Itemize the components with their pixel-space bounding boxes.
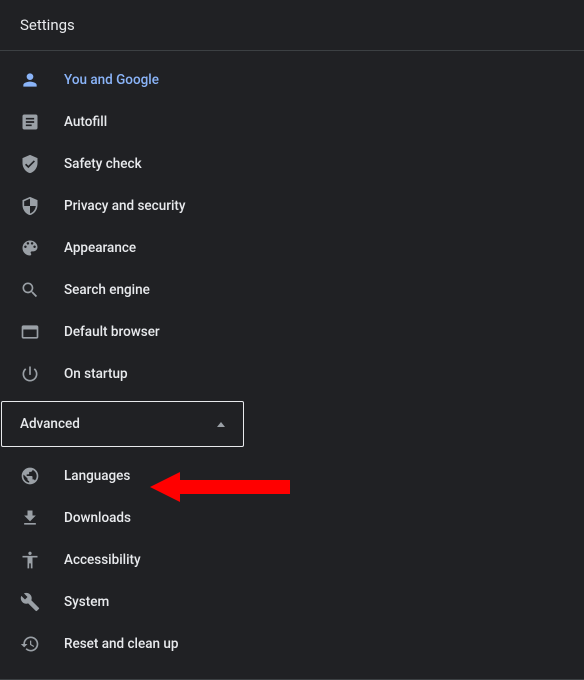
nav-item-downloads[interactable]: Downloads: [0, 497, 584, 539]
nav-item-label: On startup: [64, 366, 128, 382]
advanced-label: Advanced: [20, 416, 80, 432]
nav-item-label: Default browser: [64, 324, 160, 340]
nav-item-label: Languages: [64, 468, 130, 484]
nav-item-label: Reset and clean up: [64, 636, 178, 652]
nav-item-safety-check[interactable]: Safety check: [0, 143, 584, 185]
nav-item-label: You and Google: [64, 72, 159, 88]
wrench-icon: [20, 592, 40, 612]
settings-header: Settings: [0, 0, 584, 51]
globe-icon: [20, 466, 40, 486]
browser-icon: [20, 322, 40, 342]
download-icon: [20, 508, 40, 528]
nav-item-search-engine[interactable]: Search engine: [0, 269, 584, 311]
nav-item-privacy-and-security[interactable]: Privacy and security: [0, 185, 584, 227]
nav-item-label: Downloads: [64, 510, 131, 526]
nav-item-accessibility[interactable]: Accessibility: [0, 539, 584, 581]
nav-item-autofill[interactable]: Autofill: [0, 101, 584, 143]
nav-item-you-and-google[interactable]: You and Google: [0, 59, 584, 101]
appearance-icon: [20, 238, 40, 258]
nav-item-on-startup[interactable]: On startup: [0, 353, 584, 395]
safety-check-icon: [20, 154, 40, 174]
nav-item-label: Autofill: [64, 114, 107, 130]
person-icon: [20, 70, 40, 90]
nav-item-appearance[interactable]: Appearance: [0, 227, 584, 269]
autofill-icon: [20, 112, 40, 132]
search-icon: [20, 280, 40, 300]
nav-item-system[interactable]: System: [0, 581, 584, 623]
advanced-toggle[interactable]: Advanced: [1, 401, 244, 447]
reset-icon: [20, 634, 40, 654]
nav-item-reset-and-clean-up[interactable]: Reset and clean up: [0, 623, 584, 665]
settings-nav: You and Google Autofill Safety check Pri…: [0, 51, 584, 680]
page-title: Settings: [20, 16, 564, 34]
nav-item-label: System: [64, 594, 109, 610]
nav-item-default-browser[interactable]: Default browser: [0, 311, 584, 353]
nav-item-label: Search engine: [64, 282, 150, 298]
accessibility-icon: [20, 550, 40, 570]
nav-item-label: Appearance: [64, 240, 136, 256]
security-icon: [20, 196, 40, 216]
nav-item-languages[interactable]: Languages: [0, 455, 584, 497]
nav-item-label: Accessibility: [64, 552, 141, 568]
nav-item-label: Safety check: [64, 156, 142, 172]
nav-item-label: Privacy and security: [64, 198, 186, 214]
chevron-up-icon: [217, 422, 225, 427]
power-icon: [20, 364, 40, 384]
